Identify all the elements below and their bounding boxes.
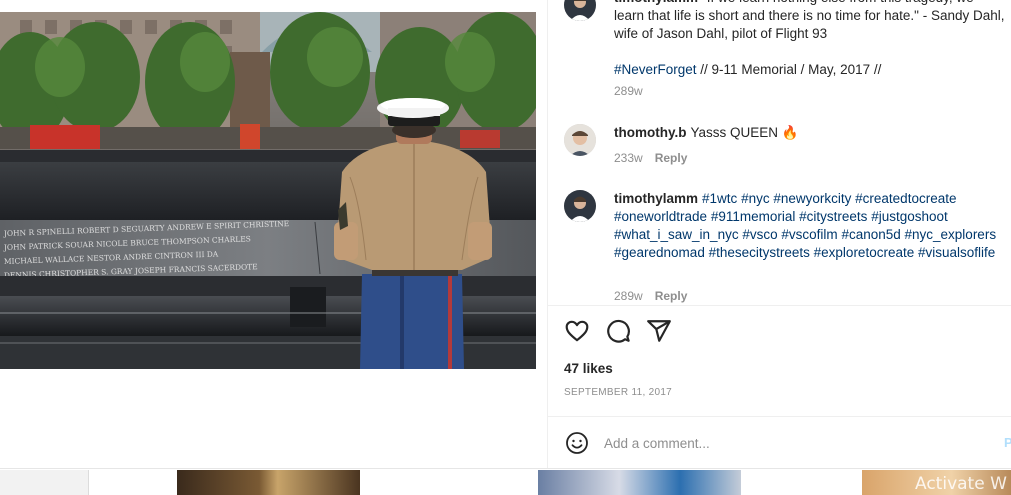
comment-meta: 233w Reply bbox=[614, 151, 687, 165]
comment-text: timothylamm #1wtc #nyc #newyorkcity #crea… bbox=[614, 190, 1006, 262]
hashtag-link[interactable]: #newyorkcity bbox=[773, 191, 851, 206]
paper-plane-icon[interactable] bbox=[646, 318, 674, 346]
activate-windows-watermark: Activate W bbox=[915, 474, 1007, 494]
reply-button[interactable]: Reply bbox=[655, 151, 688, 165]
comment-item: timothylamm #1wtc #nyc #newyorkcity #crea… bbox=[564, 190, 1004, 305]
related-post-thumbnail[interactable] bbox=[0, 470, 89, 495]
speech-bubble-icon[interactable] bbox=[605, 318, 633, 346]
comment-content: Yasss QUEEN bbox=[690, 125, 779, 140]
divider bbox=[548, 416, 1011, 417]
hashtag-link[interactable]: #exploretocreate bbox=[814, 245, 915, 260]
comment-item: thomothy.b Yasss QUEEN 🔥 233w Reply bbox=[564, 124, 1004, 166]
avatar[interactable] bbox=[564, 124, 596, 156]
comment-time[interactable]: 289w bbox=[614, 84, 643, 98]
hashtag-link[interactable]: #justgoshoot bbox=[871, 209, 948, 224]
post-photo[interactable]: JOHN R SPINELLI ROBERT D SEGUARTY ANDREW… bbox=[0, 12, 536, 369]
avatar[interactable] bbox=[564, 0, 596, 21]
post-date: SEPTEMBER 11, 2017 bbox=[564, 387, 673, 398]
comment-username[interactable]: timothylamm bbox=[614, 191, 698, 206]
comment-time[interactable]: 233w bbox=[614, 151, 643, 165]
comment-time[interactable]: 289w bbox=[614, 289, 643, 303]
comment-text: thomothy.b Yasss QUEEN 🔥 bbox=[614, 124, 1006, 142]
hashtag-link[interactable]: #createdtocreate bbox=[855, 191, 956, 206]
hashtag-link[interactable]: #vsco bbox=[742, 227, 777, 242]
heart-icon[interactable] bbox=[564, 318, 592, 346]
hashtag-link[interactable]: #thesecitystreets bbox=[709, 245, 810, 260]
post-button[interactable]: P bbox=[1004, 435, 1011, 450]
hashtag-link[interactable]: #what_i_saw_in_nyc bbox=[614, 227, 739, 242]
caption-text: "If we learn nothing else from this trag… bbox=[614, 0, 1005, 41]
comment-text: timothylamm"If we learn nothing else fro… bbox=[614, 0, 1006, 79]
hashtag-link[interactable]: #1wtc bbox=[702, 191, 737, 206]
hashtag-link[interactable]: #canon5d bbox=[841, 227, 900, 242]
hashtag-link[interactable]: #citystreets bbox=[799, 209, 867, 224]
photo-column: JOHN R SPINELLI ROBERT D SEGUARTY ANDREW… bbox=[0, 0, 547, 468]
hashtag-link[interactable]: #911memorial bbox=[711, 209, 796, 224]
comment-meta: 289w bbox=[614, 84, 643, 98]
caption-suffix: // 9-11 Memorial / May, 2017 // bbox=[696, 62, 882, 77]
hashtag-link[interactable]: #vscofilm bbox=[781, 227, 837, 242]
comment-input[interactable] bbox=[604, 432, 984, 454]
comment-meta: 289w Reply bbox=[614, 289, 687, 303]
related-post-thumbnail[interactable] bbox=[538, 470, 741, 495]
comments-panel: timothylamm"If we learn nothing else fro… bbox=[547, 0, 1011, 468]
divider bbox=[548, 305, 1011, 306]
fire-emoji-icon: 🔥 bbox=[781, 125, 799, 140]
comment-username[interactable]: thomothy.b bbox=[614, 125, 686, 140]
related-post-thumbnail[interactable] bbox=[177, 470, 360, 495]
hashtag-link[interactable]: #gearednomad bbox=[614, 245, 705, 260]
likes-count[interactable]: 47 likes bbox=[564, 361, 613, 376]
comments-list[interactable]: timothylamm"If we learn nothing else fro… bbox=[548, 0, 1011, 305]
hashtag-link[interactable]: #oneworldtrade bbox=[614, 209, 707, 224]
comment-caption: timothylamm"If we learn nothing else fro… bbox=[564, 0, 1006, 99]
hashtag-link[interactable]: #NeverForget bbox=[614, 62, 697, 77]
related-posts-strip bbox=[0, 468, 1011, 495]
hashtag-link[interactable]: #visualsoflife bbox=[918, 245, 995, 260]
hashtag-link[interactable]: #nyc bbox=[741, 191, 770, 206]
emoji-icon[interactable] bbox=[565, 431, 589, 455]
avatar[interactable] bbox=[564, 190, 596, 222]
hashtag-link[interactable]: #nyc_explorers bbox=[905, 227, 997, 242]
comment-username[interactable]: timothylamm bbox=[614, 0, 698, 5]
reply-button[interactable]: Reply bbox=[655, 289, 688, 303]
